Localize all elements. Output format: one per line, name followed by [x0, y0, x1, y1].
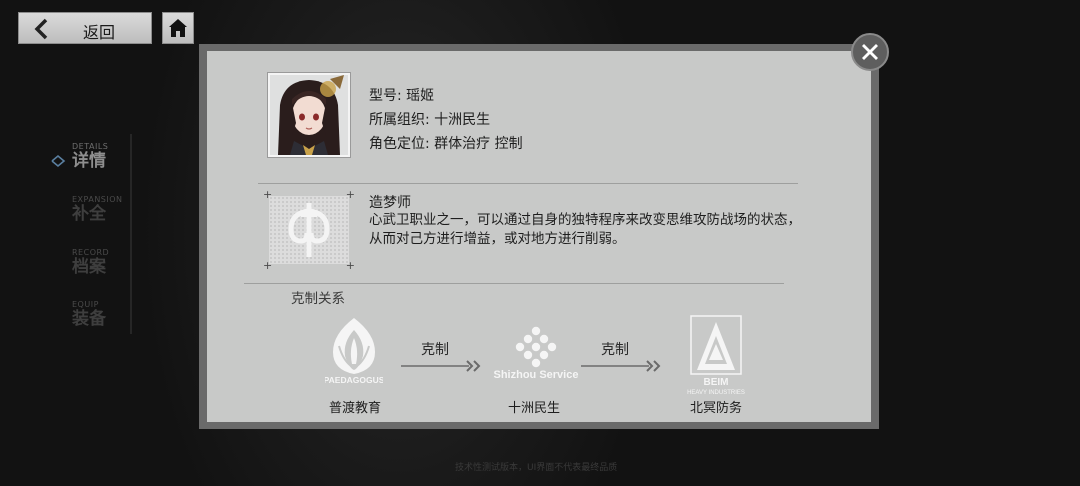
back-button-label: 返回 [83, 23, 116, 42]
sidenav-item-zh: 详情 [72, 151, 106, 171]
sidenav-divider-line [130, 134, 132, 334]
chevron-left-icon [34, 18, 48, 40]
sidenav-item-en: RECORD [72, 248, 110, 257]
faction-name-beim: 北冥防务 [689, 401, 742, 416]
sidenav-item-zh: 档案 [72, 257, 106, 277]
sidenav-item-details[interactable]: DETAILS 详情 [72, 142, 108, 171]
class-description: 心武卫职业之一，可以通过自身的独特程序来改变思维攻防战场的状态，从而对己方进行增… [369, 212, 801, 247]
footer-disclaimer: 技术性测试版本，UI界面不代表最终品质 [455, 463, 618, 473]
section-divider [258, 183, 798, 184]
sidenav-item-zh: 补全 [72, 204, 106, 224]
character-portrait-image [270, 75, 348, 155]
character-portrait [268, 73, 350, 157]
sidenav-item-zh: 装备 [72, 309, 106, 329]
faction-name-paedagogus: 普渡教育 [328, 401, 381, 416]
counter-arrow-label: 克制 [421, 342, 449, 358]
counter-arrow-label: 克制 [601, 342, 629, 358]
role-info: 角色定位: 群体治疗 控制 [369, 136, 523, 152]
paedagogus-logo-icon: PAEDAGOGUS [325, 318, 383, 384]
back-button[interactable]: 返回 [18, 12, 152, 44]
close-button[interactable] [851, 33, 889, 71]
sidenav-item-record[interactable]: RECORD 档案 [72, 248, 109, 277]
corner-mark: + [263, 188, 273, 201]
corner-mark: + [345, 188, 355, 201]
organization-info: 所属组织: 十洲民生 [369, 112, 491, 128]
model-info: 型号: 瑶姬 [369, 88, 435, 104]
corner-mark: + [263, 259, 273, 272]
close-icon [862, 44, 878, 60]
beim-logo-text: BEIM [704, 377, 729, 388]
home-button[interactable] [162, 12, 194, 44]
shizhou-logo-text: Shizhou Service [494, 369, 579, 381]
counter-arrow-icon [581, 360, 661, 372]
counter-arrow-icon [401, 360, 481, 372]
sidenav-item-en: EXPANSION [72, 195, 123, 204]
beim-logo-icon: BEIM HEAVY INDUSTRIES [687, 315, 745, 396]
sidenav-item-expansion[interactable]: EXPANSION 补全 [72, 195, 123, 224]
sidenav-item-en: DETAILS [72, 142, 109, 151]
active-nav-marker-icon [51, 154, 66, 168]
shizhou-service-logo-icon: Shizhou Service [494, 326, 579, 381]
paedagogus-logo-text: PAEDAGOGUS [325, 375, 383, 384]
sidenav-item-en: EQUIP [72, 300, 99, 309]
faction-name-shizhou: 十洲民生 [507, 401, 560, 416]
home-icon [169, 19, 187, 37]
counter-section-title: 克制关系 [291, 291, 345, 307]
section-divider [244, 283, 784, 284]
dreamweaver-class-icon [288, 203, 330, 257]
class-icon-box: + + + + [263, 189, 355, 271]
sidenav-item-equip[interactable]: EQUIP 装备 [72, 300, 106, 329]
beim-logo-subtext: HEAVY INDUSTRIES [687, 390, 745, 396]
corner-mark: + [345, 259, 355, 272]
class-name: 造梦师 [369, 195, 411, 211]
